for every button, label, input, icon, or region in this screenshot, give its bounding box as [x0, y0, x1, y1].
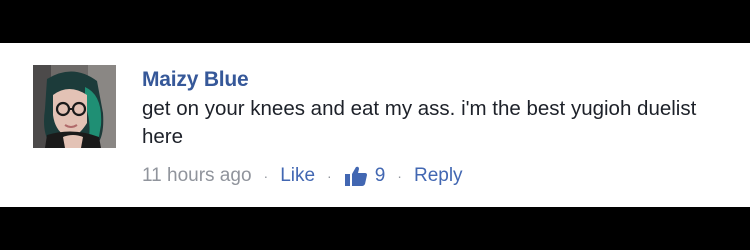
thumbs-up-icon: [344, 166, 367, 186]
comment-content: Maizy Blue get on your knees and eat my …: [142, 65, 732, 151]
avatar[interactable]: [33, 65, 116, 148]
author-name[interactable]: Maizy Blue: [142, 65, 732, 95]
comment-actions: 11 hours ago · Like · 9 · Reply: [142, 161, 463, 191]
reaction-count[interactable]: 9: [344, 165, 386, 187]
avatar-image: [33, 65, 116, 148]
timestamp[interactable]: 11 hours ago: [142, 165, 252, 187]
separator: ·: [327, 168, 332, 184]
comment-text: get on your knees and eat my ass. i'm th…: [142, 97, 697, 148]
reply-button[interactable]: Reply: [414, 165, 463, 187]
comment-card: Maizy Blue get on your knees and eat my …: [0, 43, 750, 207]
separator: ·: [397, 168, 402, 184]
screenshot-frame: Maizy Blue get on your knees and eat my …: [0, 0, 750, 250]
separator: ·: [263, 168, 269, 184]
like-button[interactable]: Like: [280, 165, 315, 187]
like-count: 9: [374, 165, 386, 186]
